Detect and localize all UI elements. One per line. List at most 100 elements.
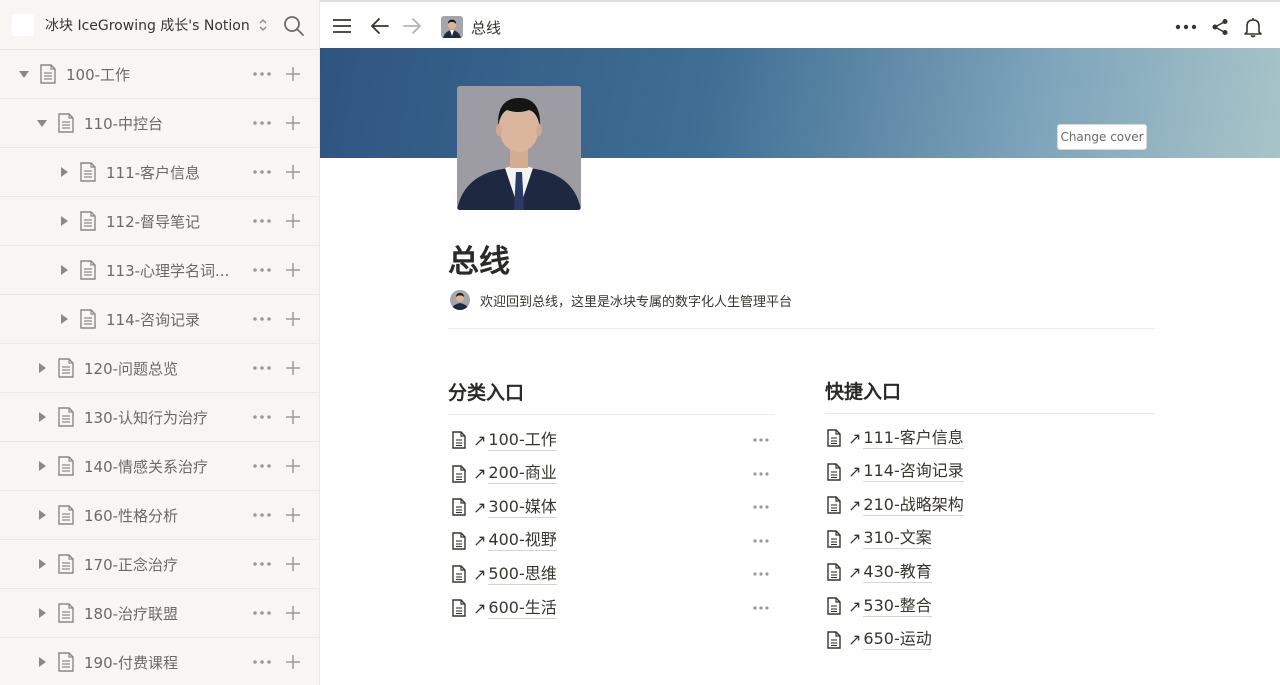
more-icon[interactable] [752, 502, 770, 512]
sidebar-item[interactable]: 100-工作 [0, 50, 320, 99]
page-link-label[interactable]: 530-整合 [863, 596, 932, 617]
page-icon [452, 532, 466, 550]
caret-right-icon[interactable] [36, 460, 48, 472]
breadcrumb-title[interactable]: 总线 [471, 17, 501, 38]
page-link-label[interactable]: 650-运动 [863, 629, 932, 651]
more-icon[interactable] [1175, 24, 1197, 30]
forward-arrow-icon[interactable] [402, 17, 422, 35]
more-icon[interactable] [252, 166, 272, 178]
page-link-label[interactable]: 600-生活 [488, 598, 557, 619]
caret-right-icon[interactable] [36, 607, 48, 619]
more-icon[interactable] [252, 117, 272, 129]
caret-right-icon[interactable] [58, 264, 70, 276]
plus-icon[interactable] [285, 66, 301, 82]
page-link[interactable]: ↗ 530-整合 [826, 594, 932, 618]
plus-icon[interactable] [285, 605, 301, 621]
page-link[interactable]: ↗ 100-工作 [451, 428, 557, 452]
caret-down-icon[interactable] [18, 68, 30, 80]
sidebar-item[interactable]: 130-认知行为治疗 [0, 393, 320, 442]
sidebar-item[interactable]: 190-付费课程 [0, 638, 320, 685]
sidebar-item[interactable]: 160-性格分析 [0, 491, 320, 540]
caret-right-icon[interactable] [36, 411, 48, 423]
more-icon[interactable] [252, 656, 272, 668]
plus-icon[interactable] [285, 213, 301, 229]
caret-right-icon[interactable] [58, 166, 70, 178]
page-link[interactable]: ↗ 310-文案 [826, 527, 932, 551]
topbar: 总线 [320, 0, 1280, 50]
more-icon[interactable] [252, 313, 272, 325]
more-icon[interactable] [252, 411, 272, 423]
plus-icon[interactable] [285, 507, 301, 523]
plus-icon[interactable] [285, 458, 301, 474]
workspace-switcher[interactable]: 冰块 IceGrowing 成长's Notion [0, 0, 319, 50]
page-link-label[interactable]: 400-视野 [488, 530, 557, 552]
sidebar-item[interactable]: 110-中控台 [0, 99, 320, 148]
caret-right-icon[interactable] [58, 313, 70, 325]
more-icon[interactable] [252, 607, 272, 619]
page-link-label[interactable]: 430-教育 [863, 562, 932, 583]
caret-right-icon[interactable] [36, 656, 48, 668]
sidebar-item[interactable]: 180-治疗联盟 [0, 589, 320, 638]
caret-right-icon[interactable] [36, 509, 48, 521]
plus-icon[interactable] [285, 556, 301, 572]
page-link[interactable]: ↗ 650-运动 [826, 628, 932, 652]
more-icon[interactable] [752, 536, 770, 546]
quick-entry-heading: 快捷入口 [825, 381, 902, 403]
page-link[interactable]: ↗ 600-生活 [451, 596, 557, 620]
bell-icon[interactable] [1242, 16, 1264, 38]
search-icon[interactable] [282, 14, 306, 38]
more-icon[interactable] [752, 569, 770, 579]
more-icon[interactable] [752, 435, 770, 445]
sidebar-item[interactable]: 113-心理学名词... [0, 246, 320, 295]
sidebar-item[interactable]: 120-问题总览 [0, 344, 320, 393]
page-link-label[interactable]: 111-客户信息 [863, 428, 964, 449]
share-icon[interactable] [1211, 18, 1229, 36]
page-link[interactable]: ↗ 200-商业 [451, 462, 557, 486]
page-link[interactable]: ↗ 500-思维 [451, 562, 557, 586]
page-link-label[interactable]: 114-咨询记录 [863, 461, 964, 483]
caret-right-icon[interactable] [36, 362, 48, 374]
more-icon[interactable] [752, 603, 770, 613]
page-link-label[interactable]: 500-思维 [488, 564, 557, 585]
page-icon-portrait[interactable] [457, 86, 581, 210]
more-icon[interactable] [252, 558, 272, 570]
back-arrow-icon[interactable] [370, 17, 390, 35]
page-link-label[interactable]: 100-工作 [488, 430, 557, 451]
sidebar-item[interactable]: 170-正念治疗 [0, 540, 320, 589]
caret-right-icon[interactable] [58, 215, 70, 227]
page-link-label[interactable]: 200-商业 [488, 463, 557, 485]
more-icon[interactable] [252, 362, 272, 374]
page-link[interactable]: ↗ 400-视野 [451, 529, 557, 553]
plus-icon[interactable] [285, 311, 301, 327]
plus-icon[interactable] [285, 409, 301, 425]
caret-down-icon[interactable] [36, 117, 48, 129]
sidebar-item[interactable]: 112-督导笔记 [0, 197, 320, 246]
callout-avatar-icon [450, 290, 470, 310]
sidebar-item[interactable]: 114-咨询记录 [0, 295, 320, 344]
more-icon[interactable] [752, 469, 770, 479]
sidebar-item[interactable]: 140-情感关系治疗 [0, 442, 320, 491]
page-link-label[interactable]: 300-媒体 [488, 497, 557, 518]
page-link[interactable]: ↗ 430-教育 [826, 560, 932, 584]
page-link-label[interactable]: 210-战略架构 [863, 495, 964, 516]
breadcrumb-page-icon[interactable] [441, 16, 463, 38]
menu-icon[interactable] [332, 17, 352, 35]
caret-right-icon[interactable] [36, 558, 48, 570]
plus-icon[interactable] [285, 262, 301, 278]
more-icon[interactable] [252, 509, 272, 521]
sidebar-item[interactable]: 111-客户信息 [0, 148, 320, 197]
page-link[interactable]: ↗ 114-咨询记录 [826, 460, 964, 484]
plus-icon[interactable] [285, 164, 301, 180]
page-link-label[interactable]: 310-文案 [863, 528, 932, 550]
plus-icon[interactable] [285, 360, 301, 376]
more-icon[interactable] [252, 215, 272, 227]
page-link[interactable]: ↗ 300-媒体 [451, 495, 557, 519]
plus-icon[interactable] [285, 654, 301, 670]
plus-icon[interactable] [285, 115, 301, 131]
more-icon[interactable] [252, 68, 272, 80]
change-cover-button[interactable]: Change cover [1057, 124, 1147, 150]
more-icon[interactable] [252, 460, 272, 472]
more-icon[interactable] [252, 264, 272, 276]
page-link[interactable]: ↗ 111-客户信息 [826, 426, 964, 450]
page-link[interactable]: ↗ 210-战略架构 [826, 493, 964, 517]
